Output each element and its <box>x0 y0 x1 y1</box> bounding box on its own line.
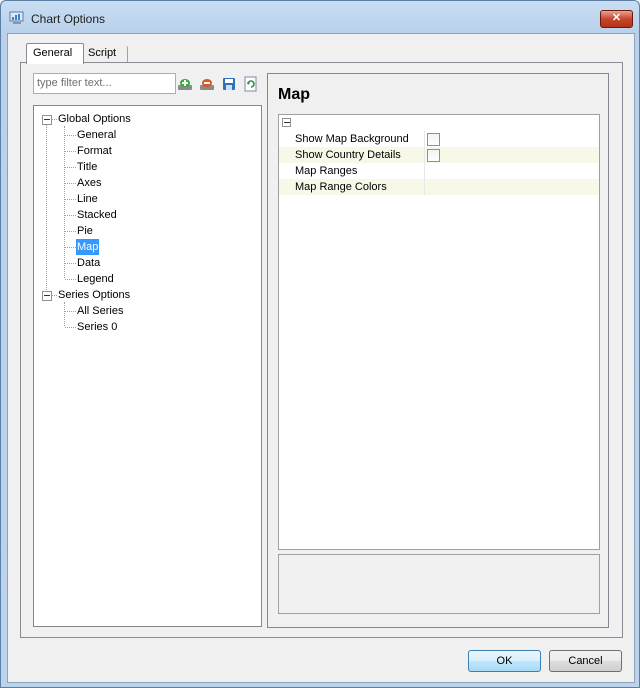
tree-connector <box>65 231 76 232</box>
tree-connector <box>65 263 76 264</box>
collapse-series-icon[interactable] <box>42 291 52 301</box>
property-value[interactable] <box>426 131 599 147</box>
show-country-details-checkbox[interactable] <box>427 149 440 162</box>
tree-node-series-options[interactable]: Series Options <box>58 287 130 303</box>
tree-node-line[interactable]: Line <box>77 191 98 207</box>
property-row-map-ranges[interactable]: Map Ranges <box>279 163 599 179</box>
tab-script[interactable]: Script <box>82 46 128 62</box>
close-icon: ✕ <box>611 12 622 24</box>
tree-connector <box>65 215 76 216</box>
tree-connector <box>65 199 76 200</box>
property-row-map-range-colors[interactable]: Map Range Colors <box>279 179 599 195</box>
general-tab-panel: type filter text... Global Options Gener… <box>20 62 623 638</box>
map-range-colors-value[interactable] <box>426 179 599 195</box>
tree-node-stacked[interactable]: Stacked <box>77 207 117 223</box>
tree-connector <box>65 279 76 280</box>
remove-icon[interactable] <box>199 76 215 92</box>
options-page: Map Show Map Background Show Country Det… <box>267 73 609 628</box>
map-ranges-value[interactable] <box>426 163 599 179</box>
property-label: Map Ranges <box>279 163 425 179</box>
tree-node-pie[interactable]: Pie <box>77 223 93 239</box>
tree-node-global-options[interactable]: Global Options <box>58 111 131 127</box>
tree-connector <box>65 151 76 152</box>
tab-general-label: General <box>33 47 73 59</box>
tree-node-series-0[interactable]: Series 0 <box>77 319 117 335</box>
property-label: Show Map Background <box>279 131 425 147</box>
title-bar[interactable]: Chart Options ✕ <box>1 1 639 35</box>
property-category-row <box>279 115 599 129</box>
property-description-box <box>278 554 600 614</box>
tab-general[interactable]: General <box>26 43 84 64</box>
refresh-icon[interactable] <box>243 76 259 92</box>
chart-options-window: Chart Options ✕ General Script type filt… <box>0 0 640 688</box>
tree-node-title[interactable]: Title <box>77 159 97 175</box>
filter-input[interactable]: type filter text... <box>33 73 176 94</box>
save-icon[interactable] <box>221 76 237 92</box>
chart-options-icon <box>9 11 24 24</box>
close-button[interactable]: ✕ <box>600 10 633 28</box>
tree-connector <box>46 124 47 300</box>
tree-connector <box>65 311 76 312</box>
page-title: Map <box>278 86 310 103</box>
tree-connector <box>65 135 76 136</box>
tree-connector <box>64 302 65 326</box>
collapse-global-icon[interactable] <box>42 115 52 125</box>
window-title: Chart Options <box>31 12 106 26</box>
collapse-category-icon[interactable] <box>282 118 291 127</box>
tree-node-data[interactable]: Data <box>77 255 100 271</box>
tree-connector <box>65 247 76 248</box>
property-grid[interactable]: Show Map Background Show Country Details… <box>278 114 600 550</box>
tree-node-axes[interactable]: Axes <box>77 175 101 191</box>
tree-connector <box>64 126 65 278</box>
property-label: Show Country Details <box>279 147 425 163</box>
tree-connector <box>65 327 76 328</box>
property-label: Map Range Colors <box>279 179 425 195</box>
property-value[interactable] <box>426 147 599 163</box>
ok-button[interactable]: OK <box>468 650 541 672</box>
tree-node-map[interactable]: Map <box>76 239 100 255</box>
property-row-show-country-details[interactable]: Show Country Details <box>279 147 599 163</box>
tree-connector <box>52 119 57 120</box>
tree-node-all-series[interactable]: All Series <box>77 303 123 319</box>
tree-connector <box>65 183 76 184</box>
tree-node-legend[interactable]: Legend <box>77 271 114 287</box>
dialog-body: General Script type filter text... Globa… <box>7 33 635 683</box>
tree-node-general[interactable]: General <box>77 127 116 143</box>
cancel-button[interactable]: Cancel <box>549 650 622 672</box>
add-icon[interactable] <box>177 76 193 92</box>
property-row-show-map-background[interactable]: Show Map Background <box>279 131 599 147</box>
options-tree[interactable]: Global Options General Format Title Axes… <box>33 105 262 627</box>
show-map-background-checkbox[interactable] <box>427 133 440 146</box>
tree-connector <box>65 167 76 168</box>
tab-script-label: Script <box>88 47 117 59</box>
tree-node-format[interactable]: Format <box>77 143 112 159</box>
tree-connector <box>52 295 57 296</box>
